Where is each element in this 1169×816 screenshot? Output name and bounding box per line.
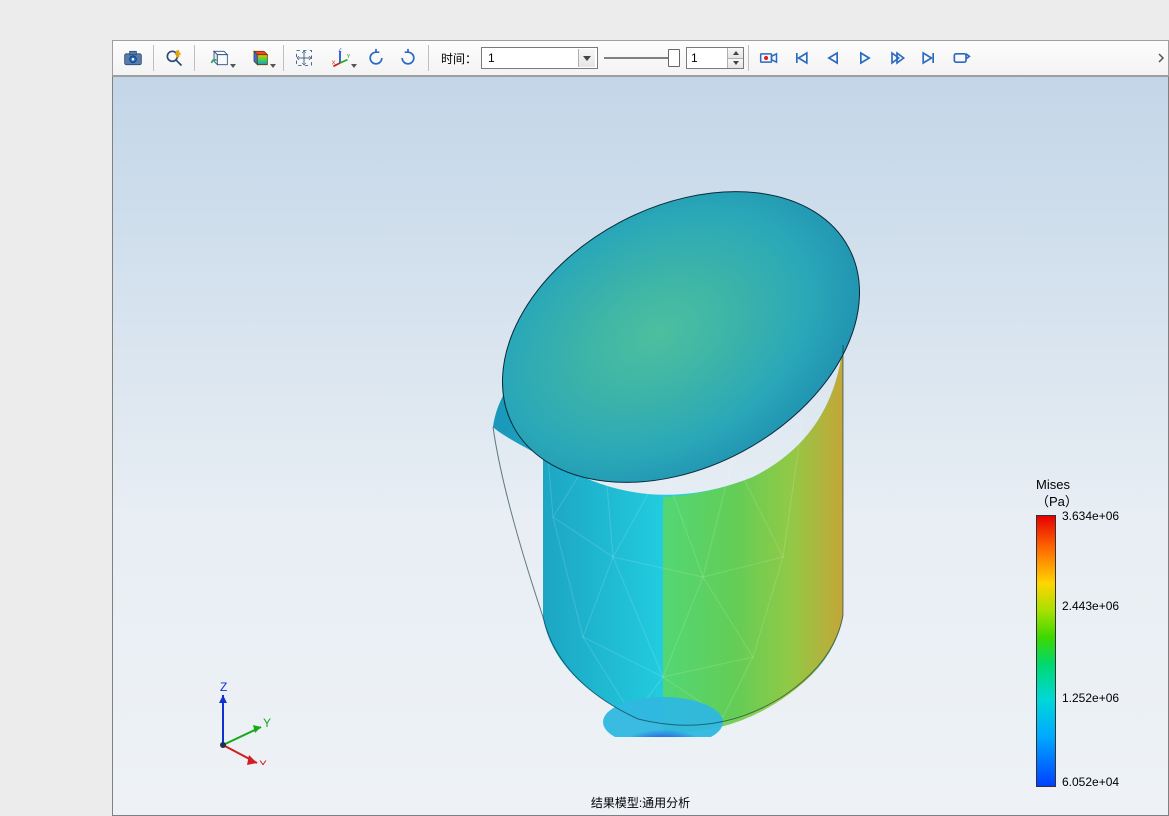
zoom-reset-button[interactable] (158, 42, 190, 74)
play-button[interactable] (849, 42, 881, 74)
axis-y-label: Y (263, 716, 271, 730)
colormap-cube-button[interactable] (239, 42, 279, 74)
last-frame-button[interactable] (913, 42, 945, 74)
3d-viewport[interactable]: Z Y X Mises （Pa） 3.634e+06 2.443e+06 (112, 76, 1169, 816)
svg-text:X: X (332, 61, 336, 67)
results-toolbar: Z Y X 时间： (112, 40, 1169, 76)
frame-spinner[interactable] (686, 47, 744, 69)
viewport-title: 结果模型:通用分析 (113, 794, 1168, 811)
rotate-ccw-button[interactable] (392, 42, 424, 74)
legend-title: Mises (1036, 477, 1070, 492)
spinner-up-icon[interactable] (728, 48, 743, 59)
prev-frame-button[interactable] (817, 42, 849, 74)
legend-tick: 1.252e+06 (1062, 691, 1119, 705)
fit-view-button[interactable] (288, 42, 320, 74)
legend-tick: 2.443e+06 (1062, 599, 1119, 613)
toolbar-overflow-button[interactable] (1155, 40, 1169, 76)
rotate-cw-button[interactable] (360, 42, 392, 74)
legend-tick: 6.052e+04 (1062, 775, 1119, 789)
time-select[interactable] (481, 47, 598, 69)
record-animation-button[interactable] (753, 42, 785, 74)
spinner-down-icon[interactable] (728, 59, 743, 69)
legend-unit: （Pa） (1036, 494, 1078, 509)
legend-ticks: 3.634e+06 2.443e+06 1.252e+06 6.052e+04 (1062, 515, 1156, 787)
color-legend: Mises （Pa） 3.634e+06 2.443e+06 1.252e+06… (1036, 477, 1156, 787)
axis-x-label: X (259, 758, 267, 765)
next-frame-button[interactable] (881, 42, 913, 74)
loop-button[interactable] (945, 42, 977, 74)
time-slider[interactable] (604, 49, 680, 67)
left-gutter (0, 0, 112, 816)
legend-color-bar (1036, 515, 1056, 787)
frame-spinner-input[interactable] (687, 48, 727, 68)
svg-text:Z: Z (338, 48, 342, 53)
axes-orientation-button[interactable]: Z Y X (320, 42, 360, 74)
axis-triad: Z Y X (203, 675, 293, 765)
fea-model-render (403, 137, 903, 737)
time-select-input[interactable] (484, 51, 578, 65)
slider-thumb[interactable] (668, 49, 680, 67)
time-label: 时间： (441, 50, 477, 67)
first-frame-button[interactable] (785, 42, 817, 74)
legend-tick: 3.634e+06 (1062, 509, 1119, 523)
svg-text:Y: Y (347, 54, 350, 60)
wireframe-cube-button[interactable] (199, 42, 239, 74)
dropdown-arrow-icon[interactable] (578, 49, 595, 67)
axis-z-label: Z (220, 680, 227, 694)
camera-snapshot-button[interactable] (117, 42, 149, 74)
